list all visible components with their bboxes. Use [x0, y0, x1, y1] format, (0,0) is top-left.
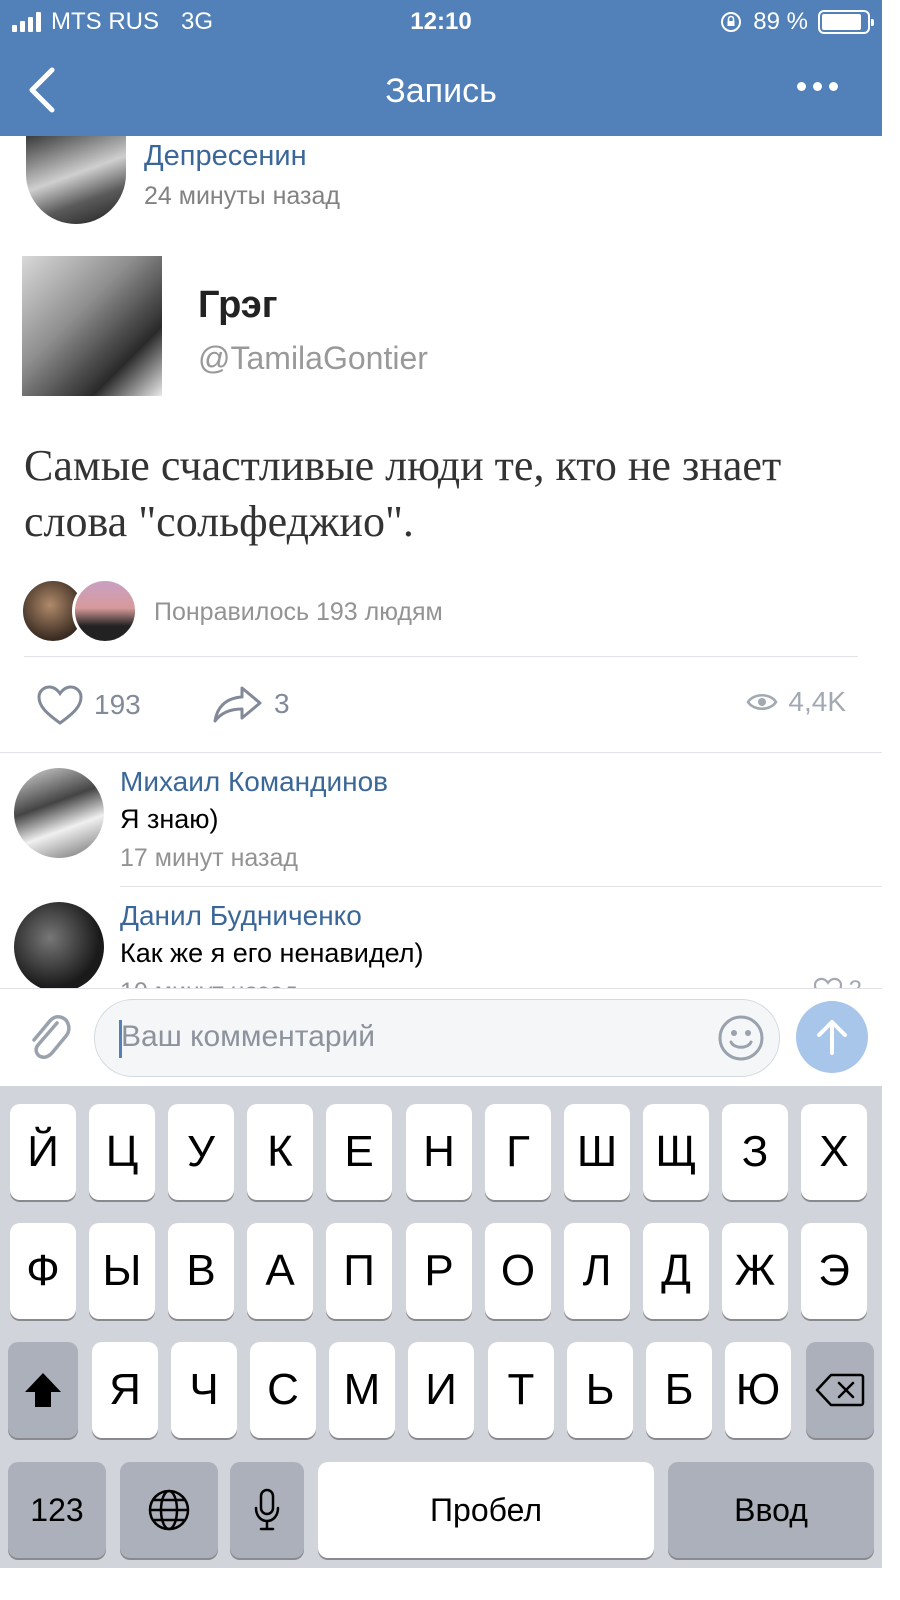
comment-input-bar: Ваш комментарий: [0, 988, 882, 1086]
keyboard: 123 Пробел Ввод ЙЦУКЕНГШЩЗХ ФЫВАПРОЛДЖЭ ЯЧ…: [0, 1086, 882, 1568]
key-letter[interactable]: Р: [406, 1223, 472, 1319]
language-key[interactable]: [120, 1462, 218, 1558]
top-bar: MTS RUS 3G 12:10 89 % Запись: [0, 0, 882, 136]
key-letter[interactable]: У: [168, 1104, 234, 1200]
send-button[interactable]: [796, 1001, 868, 1073]
post-actions: 193 3 4,4K: [0, 670, 882, 746]
key-letter[interactable]: Ь: [567, 1342, 633, 1438]
comment-input[interactable]: Ваш комментарий: [94, 999, 780, 1077]
like-count: 193: [94, 689, 141, 720]
backspace-icon: [815, 1373, 865, 1407]
key-letter[interactable]: Т: [488, 1342, 554, 1438]
author-avatar[interactable]: [26, 136, 126, 224]
tweet-name: Грэг: [198, 284, 278, 326]
divider: [120, 886, 882, 887]
more-icon[interactable]: [797, 82, 838, 91]
heart-icon: [37, 685, 83, 725]
eye-icon: [746, 694, 778, 710]
key-letter[interactable]: С: [250, 1342, 316, 1438]
key-letter[interactable]: Ш: [564, 1104, 630, 1200]
tweet-text: Самые счастливые люди те, кто не знает с…: [24, 441, 782, 546]
battery-percent: 89 %: [753, 8, 808, 35]
comment-text: Я знаю): [120, 804, 219, 834]
comment-time: 10 минут назад: [120, 978, 298, 988]
comment-text: Как же я его ненавидел): [120, 938, 424, 968]
divider: [0, 752, 882, 753]
tweet-avatar: [22, 256, 162, 396]
divider: [24, 656, 858, 657]
comment-item[interactable]: Данил Будниченко Как же я его ненавидел)…: [0, 888, 882, 988]
attach-icon[interactable]: [24, 1009, 72, 1065]
comment-item[interactable]: Михаил Командинов Я знаю) 17 минут назад: [0, 754, 882, 888]
post-header: Депресенин 24 минуты назад: [0, 136, 882, 236]
page-title: Запись: [385, 72, 497, 110]
key-letter[interactable]: Ц: [89, 1104, 155, 1200]
key-letter[interactable]: Л: [564, 1223, 630, 1319]
numbers-key[interactable]: 123: [8, 1462, 106, 1558]
key-letter[interactable]: Ы: [89, 1223, 155, 1319]
comment-like-button[interactable]: 2: [813, 976, 862, 988]
comment-author[interactable]: Михаил Командинов: [120, 766, 388, 798]
liked-by-text: Понравилось 193 людям: [154, 598, 443, 626]
space-key[interactable]: Пробел: [318, 1462, 654, 1558]
author-name[interactable]: Депресенин: [144, 140, 307, 173]
dictation-key[interactable]: [230, 1462, 304, 1558]
share-icon: [213, 686, 262, 723]
key-letter[interactable]: Б: [646, 1342, 712, 1438]
emoji-icon[interactable]: [717, 1014, 765, 1062]
key-letter[interactable]: Ч: [171, 1342, 237, 1438]
key-letter[interactable]: Я: [92, 1342, 158, 1438]
comment-time: 17 минут назад: [120, 844, 298, 872]
key-letter[interactable]: Д: [643, 1223, 709, 1319]
post-time: 24 минуты назад: [144, 182, 340, 210]
nav-bar: Запись: [0, 44, 882, 136]
key-letter[interactable]: Ю: [725, 1342, 791, 1438]
shift-icon: [25, 1373, 61, 1407]
key-letter[interactable]: М: [329, 1342, 395, 1438]
battery-fill: [822, 14, 861, 30]
liker-avatar: [72, 578, 138, 644]
view-count: 4,4K: [788, 686, 846, 717]
key-letter[interactable]: Х: [801, 1104, 867, 1200]
key-letter[interactable]: К: [247, 1104, 313, 1200]
key-letter[interactable]: Ж: [722, 1223, 788, 1319]
liked-by-row[interactable]: Понравилось 193 людям: [0, 576, 882, 646]
comment-author[interactable]: Данил Будниченко: [120, 900, 362, 932]
like-button[interactable]: 193: [36, 684, 141, 726]
key-letter[interactable]: А: [247, 1223, 313, 1319]
key-letter[interactable]: О: [485, 1223, 551, 1319]
comment-like-count: 2: [849, 976, 862, 988]
return-key[interactable]: Ввод: [668, 1462, 874, 1558]
status-bar: MTS RUS 3G 12:10 89 %: [0, 0, 882, 44]
key-letter[interactable]: Ф: [10, 1223, 76, 1319]
key-letter[interactable]: В: [168, 1223, 234, 1319]
comment-avatar[interactable]: [14, 768, 104, 858]
key-letter[interactable]: Е: [326, 1104, 392, 1200]
key-letter[interactable]: П: [326, 1223, 392, 1319]
key-letter[interactable]: Н: [406, 1104, 472, 1200]
arrow-up-icon: [817, 1020, 847, 1055]
key-letter[interactable]: З: [722, 1104, 788, 1200]
shift-key[interactable]: [8, 1342, 78, 1438]
key-letter[interactable]: Й: [10, 1104, 76, 1200]
share-count: 3: [274, 688, 290, 719]
key-letter[interactable]: И: [408, 1342, 474, 1438]
tweet-handle: @TamilaGontier: [198, 340, 428, 376]
share-button[interactable]: 3: [212, 684, 290, 724]
key-letter[interactable]: Щ: [643, 1104, 709, 1200]
battery-icon: [818, 10, 874, 34]
rotation-lock-icon: [721, 12, 742, 32]
heart-icon: [813, 977, 842, 988]
globe-icon: [148, 1489, 190, 1531]
views-counter: 4,4K: [746, 686, 846, 718]
backspace-key[interactable]: [806, 1342, 874, 1438]
microphone-icon: [254, 1488, 280, 1531]
comment-avatar[interactable]: [14, 902, 104, 988]
comment-placeholder: Ваш комментарий: [121, 1020, 376, 1053]
key-letter[interactable]: Э: [801, 1223, 867, 1319]
key-letter[interactable]: Г: [485, 1104, 551, 1200]
